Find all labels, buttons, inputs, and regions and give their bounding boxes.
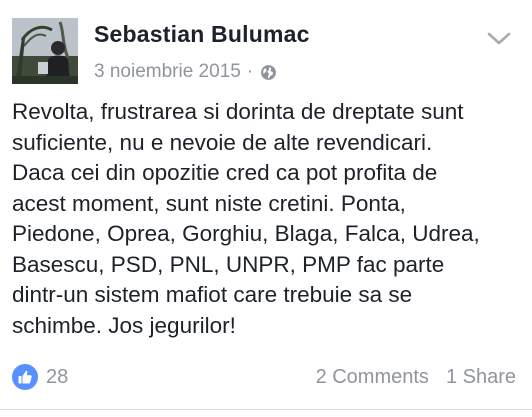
divider — [0, 409, 532, 410]
like-count[interactable]: 28 — [46, 366, 68, 389]
facebook-post: Sebastian Bulumac 3 noiembrie 2015 · Rev… — [0, 0, 532, 417]
meta-separator: · — [246, 61, 254, 82]
post-footer: 28 2 Comments 1 Share — [12, 362, 516, 392]
post-text: Revolta, frustrarea si dorinta de drepta… — [12, 99, 480, 338]
post-meta: 3 noiembrie 2015 · — [94, 60, 277, 84]
chevron-down-icon[interactable] — [486, 30, 512, 48]
avatar[interactable] — [12, 18, 78, 84]
globe-icon — [260, 64, 277, 81]
avatar-photo — [12, 18, 78, 84]
like-thumb-icon[interactable] — [12, 364, 38, 390]
author-name[interactable]: Sebastian Bulumac — [94, 21, 310, 48]
shares-link[interactable]: 1 Share — [446, 366, 516, 389]
post-date[interactable]: 3 noiembrie 2015 — [94, 61, 241, 83]
comments-link[interactable]: 2 Comments — [316, 366, 429, 389]
